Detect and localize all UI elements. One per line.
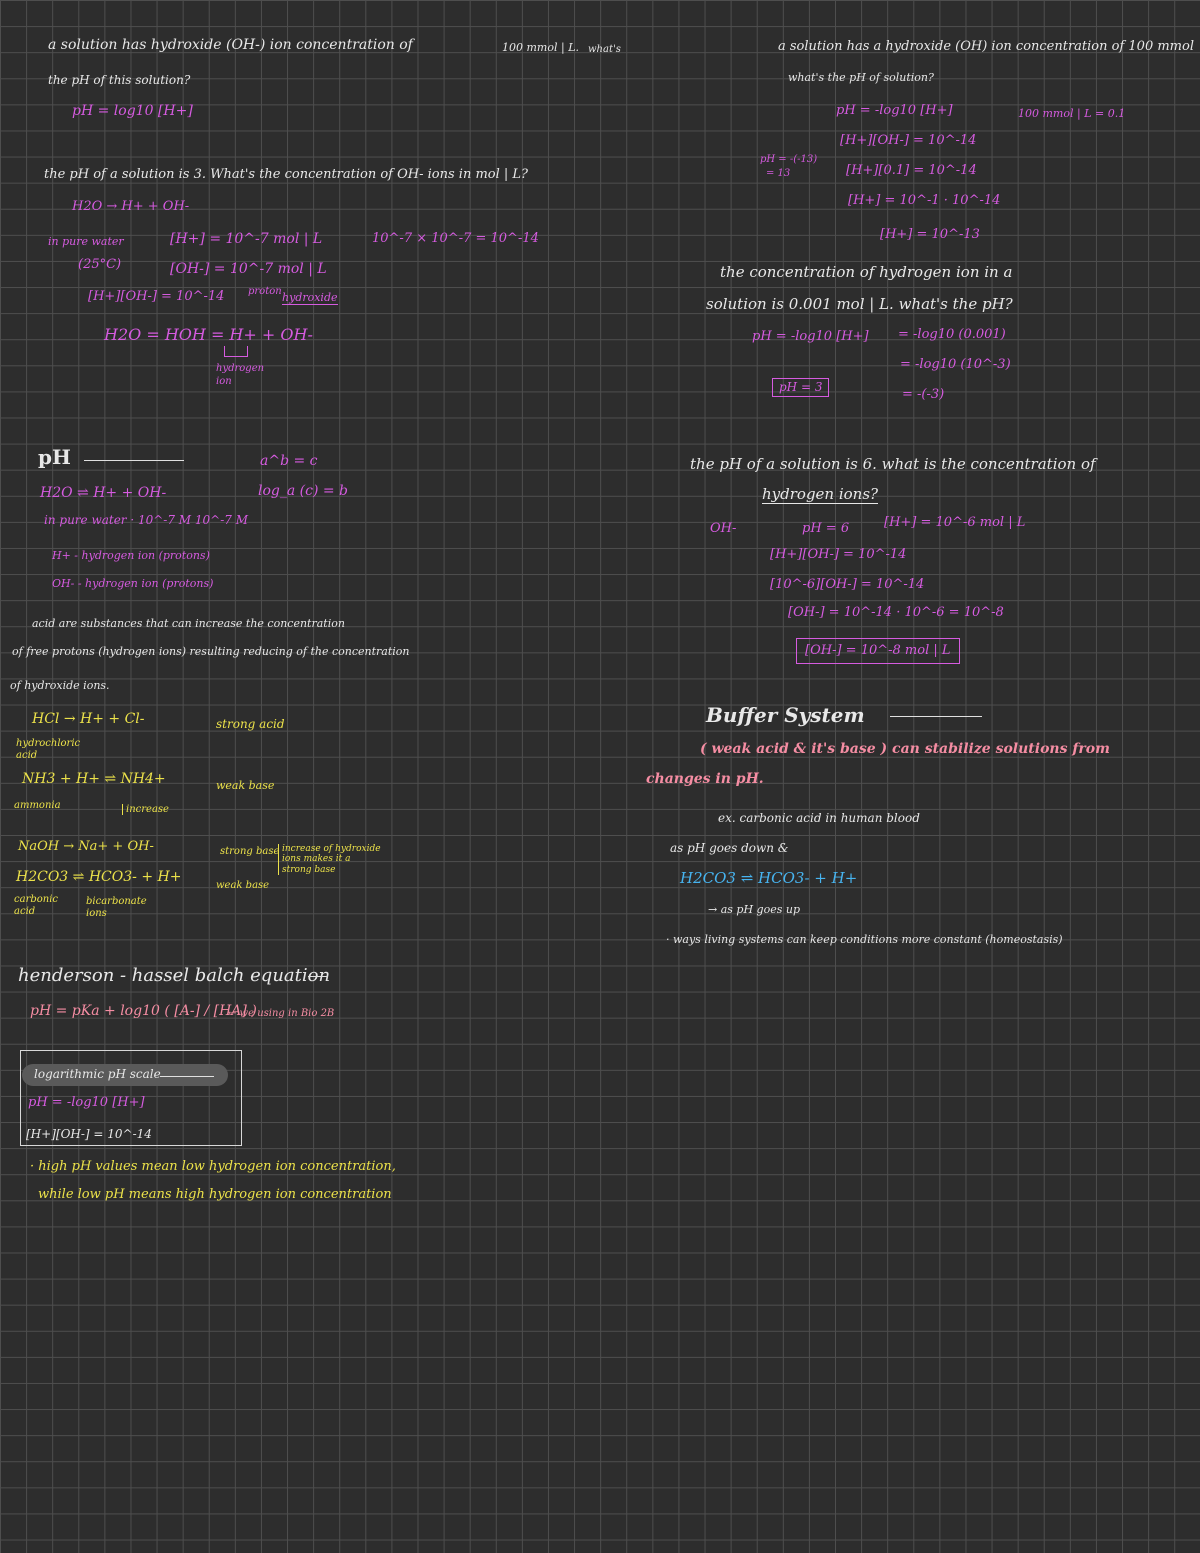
ph-log-def1: a^b = c [260, 453, 318, 469]
right-q1-s1b: 100 mmol | L = 0.1 [1018, 107, 1126, 120]
ph-ohminus: OH- - hydrogen ion (protons) [52, 577, 214, 590]
left-q2-h-conc: [H+] = 10^-7 mol | L [170, 231, 323, 247]
ex-naoh-note: increase of hydroxide ions makes it a st… [278, 844, 382, 876]
left-q1-what: what's [588, 44, 621, 55]
left-q2-oh-conc: [OH-] = 10^-7 mol | L [170, 261, 327, 277]
ex-weak-base2: weak base [216, 880, 270, 891]
right-q1-side: pH = -(-13) [760, 154, 818, 165]
right-q3-s1b: [H+] = 10^-6 mol | L [884, 515, 1026, 530]
ph-log-def2: log_a (c) = b [258, 483, 349, 499]
left-q1-line1: a solution has hydroxide (OH-) ion conce… [48, 37, 413, 53]
right-q2-s2: = -log10 (0.001) [898, 327, 1006, 342]
ex-h2co3-name: carbonic acid [14, 894, 59, 917]
right-q2-line1: the concentration of hydrogen ion in a [720, 263, 1013, 281]
ph-title: pH [38, 445, 71, 469]
left-q2-proton-label: proton [248, 286, 282, 297]
right-q1-s2: [H+][OH-] = 10^-14 [840, 133, 977, 148]
log-scale-title: logarithmic pH scale [34, 1067, 161, 1081]
right-q1-line2: what's the pH of solution? [788, 71, 934, 84]
ex-strong-acid: strong acid [216, 717, 285, 731]
buffer-def1: ( weak acid & it's base ) can stabilize … [700, 741, 1110, 757]
left-q2-hydroxide-label: hydroxide [282, 291, 338, 306]
right-q1-s5: [H+] = 10^-13 [880, 227, 980, 242]
right-q2-answer: pH = 3 [772, 378, 830, 398]
right-q3-s1: pH = 6 [802, 521, 850, 536]
left-q2-temp: (25°C) [78, 257, 122, 272]
right-q1-side2: = 13 [766, 168, 791, 179]
right-q1-s3: [H+][0.1] = 10^-14 [846, 163, 977, 178]
ph-equation: H2O ⇌ H+ + OH- [40, 485, 167, 501]
ex-naoh: NaOH → Na+ + OH- [18, 839, 154, 854]
notes-page: a solution has hydroxide (OH-) ion conce… [0, 0, 1200, 1553]
ph-acid-def3: of hydroxide ions. [10, 679, 110, 692]
buffer-down: as pH goes down & [670, 841, 789, 855]
log-scale-title-rule [160, 1076, 214, 1077]
ex-strong-base: strong base [220, 846, 280, 857]
log-scale-eq1: pH = -log10 [H+] [28, 1095, 145, 1110]
ph-pure-water: in pure water · 10^-7 M 10^-7 M [44, 513, 249, 527]
left-q1-value: 100 mmol | L. [502, 41, 579, 54]
right-q1-s4: [H+] = 10^-1 · 10^-14 [848, 193, 1001, 208]
buffer-def2: changes in pH. [646, 771, 764, 787]
ex-nh3: NH3 + H+ ⇌ NH4+ [22, 771, 166, 787]
hh-note: ← we using in Bio 2B [228, 1008, 335, 1019]
left-q2-hydrogen-ion: hydrogen ion [216, 363, 265, 387]
left-q2-bracket [224, 346, 248, 357]
left-q1-line2: the pH of this solution? [48, 73, 191, 87]
buffer-example: ex. carbonic acid in human blood [718, 811, 920, 825]
left-q1-formula: pH = log10 [H+] [72, 103, 193, 119]
hh-formula: pH = pKa + log10 ( [A-] / [HA] ) [30, 1003, 257, 1019]
log-scale-eq2: [H+][OH-] = 10^-14 [26, 1127, 152, 1141]
right-q3-answer: [OH-] = 10^-8 mol | L [796, 638, 960, 665]
hh-title-rule [308, 976, 328, 977]
left-q2-eq2: H2O = HOH = H+ + OH- [104, 325, 313, 344]
buffer-equation: H2CO3 ⇌ HCO3- + H+ [680, 869, 858, 887]
buffer-title-rule [890, 716, 982, 717]
ex-hcl: HCl → H+ + Cl- [32, 711, 145, 727]
ph-hplus: H+ - hydrogen ion (protons) [52, 549, 210, 562]
left-q2-text: the pH of a solution is 3. What's the co… [44, 167, 529, 182]
left-q2-calc: 10^-7 × 10^-7 = 10^-14 [372, 231, 539, 246]
ex-hco3-name: bicarbonate ions [86, 896, 147, 919]
ex-hcl-name: hydrochloric acid [16, 738, 81, 761]
buffer-ways: · ways living systems can keep condition… [666, 933, 1063, 946]
summary-line1: · high pH values mean low hydrogen ion c… [30, 1159, 396, 1174]
ex-weak-base: weak base [216, 779, 275, 792]
right-q1-s1: pH = -log10 [H+] [836, 103, 953, 118]
right-q2-s4: = -(-3) [902, 387, 945, 402]
right-q2-s3: = -log10 (10^-3) [900, 357, 1011, 372]
right-q2-s1: pH = -log10 [H+] [752, 329, 869, 344]
ph-acid-def1: acid are substances that can increase th… [32, 617, 345, 630]
right-q3-oh: OH- [710, 521, 737, 536]
right-q3-s3: [10^-6][OH-] = 10^-14 [770, 577, 925, 592]
right-q1-line1: a solution has a hydroxide (OH) ion conc… [778, 39, 1194, 54]
right-q3-s2: [H+][OH-] = 10^-14 [770, 547, 907, 562]
right-q3-line1: the pH of a solution is 6. what is the c… [690, 455, 1096, 473]
left-q2-eq1: H2O → H+ + OH- [72, 199, 190, 214]
buffer-up: → as pH goes up [708, 903, 800, 916]
buffer-title: Buffer System [706, 703, 865, 727]
left-q2-product: [H+][OH-] = 10^-14 [88, 289, 225, 304]
hh-title: henderson - hassel balch equation [18, 965, 331, 986]
right-q3-line2: hydrogen ions? [762, 485, 879, 504]
left-q2-pure-water: in pure water [48, 235, 124, 248]
right-q3-s4: [OH-] = 10^-14 · 10^-6 = 10^-8 [788, 605, 1004, 620]
right-q2-line2: solution is 0.001 mol | L. what's the pH… [706, 295, 1013, 313]
ph-acid-def2: of free protons (hydrogen ions) resultin… [12, 645, 410, 658]
ex-nh3-note: increase [122, 804, 169, 815]
ex-nh3-name: ammonia [14, 800, 61, 811]
summary-line2: while low pH means high hydrogen ion con… [38, 1187, 392, 1202]
ex-h2co3: H2CO3 ⇌ HCO3- + H+ [16, 869, 182, 885]
ph-title-rule [84, 460, 184, 461]
